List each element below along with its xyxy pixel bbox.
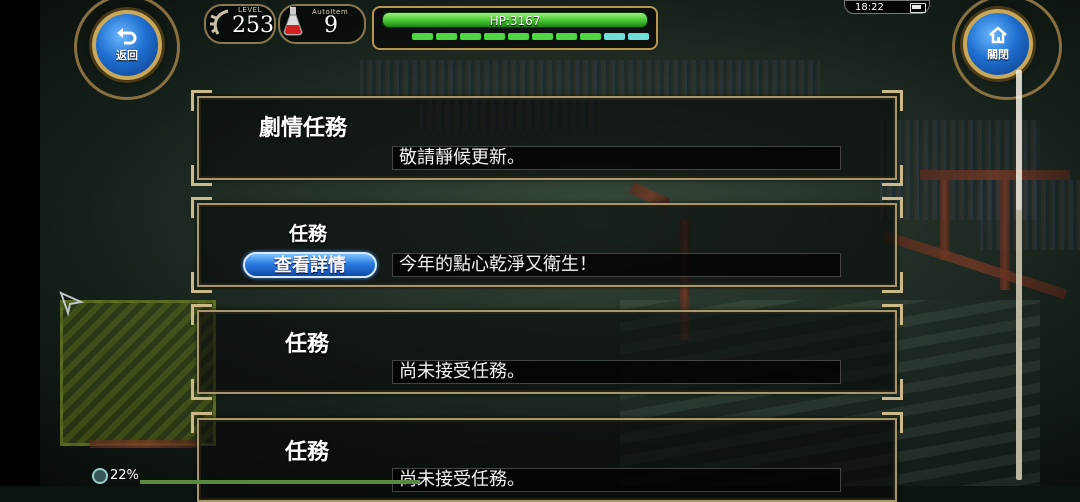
sp-segment	[532, 33, 553, 40]
hp-text: HP:3167	[489, 14, 541, 28]
quest-description: 今年的點心乾淨又衛生！	[392, 253, 841, 277]
potion-flask-icon	[282, 6, 304, 40]
battery-icon	[910, 3, 926, 13]
send-arrow-icon[interactable]	[58, 290, 85, 320]
quest-description: 尚未接受任務。	[392, 360, 841, 384]
sp-segment	[436, 33, 457, 40]
view-details-button[interactable]: 查看詳情	[243, 252, 377, 278]
quest-panel[interactable]: 任務 尚未接受任務。	[191, 304, 903, 400]
level-value: 253	[232, 13, 274, 38]
scrollbar-thumb[interactable]	[1016, 70, 1022, 210]
quest-description: 尚未接受任務。	[392, 468, 841, 492]
experience-bar	[140, 480, 420, 484]
sp-segment	[556, 33, 577, 40]
back-button-label: 返回	[116, 49, 138, 62]
clock-text: 18:22	[855, 2, 884, 13]
quest-list-scrollbar[interactable]	[1016, 70, 1022, 480]
sp-segment	[580, 33, 601, 40]
sp-segment	[460, 33, 481, 40]
laurel-icon	[208, 8, 232, 40]
back-button[interactable]: 返回	[92, 10, 162, 80]
quest-panel[interactable]: 劇情任務 敬請靜候更新。	[191, 90, 903, 186]
sp-segment	[508, 33, 529, 40]
quest-description: 敬請靜候更新。	[392, 146, 841, 170]
sp-segment	[484, 33, 505, 40]
progress-text: 22%	[110, 468, 139, 483]
quest-title: 任務	[285, 332, 330, 357]
hp-bar: HP:3167	[382, 12, 648, 28]
sp-segment	[604, 33, 625, 40]
quest-panel[interactable]: 任務 查看詳情 今年的點心乾淨又衛生！	[191, 197, 903, 293]
hp-frame: HP:3167	[372, 6, 658, 50]
quest-title: 任務	[285, 440, 330, 465]
home-icon	[988, 26, 1008, 44]
close-button-label: 關閉	[987, 48, 1009, 61]
gear-icon	[92, 468, 108, 484]
quest-title: 任務	[289, 223, 328, 245]
sp-segment	[412, 33, 433, 40]
footer-status: 22%	[92, 468, 420, 486]
back-arrow-icon	[116, 27, 138, 45]
quest-title: 劇情任務	[259, 116, 348, 141]
sp-segment	[628, 33, 649, 40]
quest-panel[interactable]: 任務 尚未接受任務。	[191, 412, 903, 502]
autoitem-value: 9	[324, 13, 338, 38]
close-button[interactable]: 關閉	[963, 9, 1033, 79]
